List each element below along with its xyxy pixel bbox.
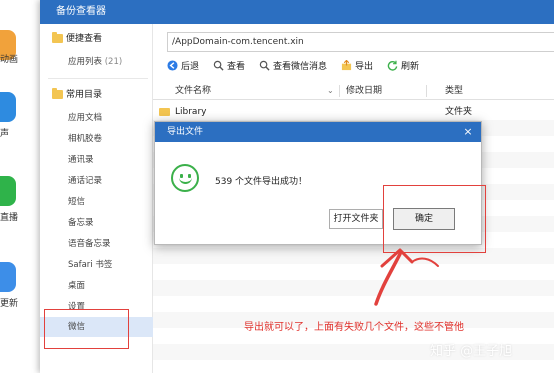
- sidebar-item-desktop[interactable]: 桌面: [40, 276, 153, 296]
- background-app-strip: 动画 声 直播 更新: [0, 0, 40, 373]
- screen: 动画 声 直播 更新 备份查看器 便捷查看 应用列表 (21) 常用目录 应用文…: [0, 0, 554, 373]
- app-icon: [0, 92, 16, 122]
- app-icon: [0, 176, 16, 206]
- view-label: 查看: [227, 62, 246, 72]
- app-label: 直播: [0, 213, 19, 223]
- app-item-4[interactable]: 更新: [0, 262, 40, 322]
- refresh-label: 刷新: [401, 62, 420, 72]
- table-row-empty: [153, 280, 554, 296]
- back-arrow-icon: [167, 60, 178, 71]
- app-item-1[interactable]: 动画: [0, 30, 40, 90]
- back-button[interactable]: 后退: [167, 58, 199, 76]
- sidebar-item-camera-roll[interactable]: 相机胶卷: [40, 129, 153, 149]
- annotation-highlight-wechat: [44, 309, 129, 349]
- success-smiley-icon: [171, 164, 199, 192]
- refresh-icon: [387, 60, 398, 71]
- annotation-arrow: [374, 248, 439, 306]
- export-button[interactable]: 导出: [341, 58, 373, 76]
- sort-chevron-icon[interactable]: ⌄: [327, 82, 334, 100]
- search-icon: [213, 60, 224, 71]
- close-icon[interactable]: ×: [461, 122, 475, 142]
- sidebar-item-safari-bookmarks[interactable]: Safari 书签: [40, 255, 153, 275]
- export-icon: [341, 60, 352, 71]
- app-label: 动画: [0, 55, 19, 65]
- open-folder-button[interactable]: 打开文件夹: [329, 209, 383, 229]
- refresh-button[interactable]: 刷新: [387, 58, 419, 76]
- app-item-3[interactable]: 直播: [0, 176, 40, 236]
- app-count: (21): [104, 57, 123, 67]
- table-row-empty: [153, 264, 554, 280]
- divider: [48, 78, 148, 79]
- view-button[interactable]: 查看: [213, 58, 245, 76]
- search-icon: [259, 60, 270, 71]
- export-label: 导出: [355, 62, 374, 72]
- sidebar-group-common-dirs[interactable]: 常用目录: [40, 84, 153, 106]
- back-label: 后退: [181, 62, 200, 72]
- column-name[interactable]: 文件名称: [175, 82, 211, 100]
- sidebar-group-quick-view[interactable]: 便捷查看: [40, 28, 153, 50]
- app-label: 声: [0, 129, 10, 139]
- mouth: [179, 176, 192, 184]
- path-input[interactable]: /AppDomain-com.tencent.xin: [167, 32, 554, 52]
- folder-icon: [52, 88, 63, 99]
- sidebar-item-voice-memos[interactable]: 语音备忘录: [40, 234, 153, 254]
- folder-icon: [159, 108, 170, 116]
- app-label: 更新: [0, 299, 19, 309]
- sidebar-item-label: 应用列表: [68, 57, 103, 67]
- annotation-text: 导出就可以了，上面有失败几个文件，这些不管他: [244, 322, 464, 333]
- column-divider[interactable]: [339, 85, 340, 97]
- window-title: 备份查看器: [40, 0, 554, 24]
- sidebar-item-call-log[interactable]: 通话记录: [40, 171, 153, 191]
- table-row-empty: [153, 248, 554, 264]
- view-wechat-button[interactable]: 查看微信消息: [259, 58, 327, 76]
- sidebar-group-label: 常用目录: [66, 90, 103, 100]
- table-row[interactable]: Library 文件夹: [153, 104, 554, 120]
- sidebar-item-contacts[interactable]: 通讯录: [40, 150, 153, 170]
- view-wechat-label: 查看微信消息: [273, 62, 328, 72]
- app-icon: [0, 262, 16, 292]
- sidebar-item-notes[interactable]: 备忘录: [40, 213, 153, 233]
- dialog-title: 导出文件: [155, 122, 481, 142]
- file-name: Library: [175, 107, 207, 117]
- sidebar-item-app-docs[interactable]: 应用文档: [40, 108, 153, 128]
- app-item-2[interactable]: 声: [0, 92, 40, 152]
- watermark: 知乎 @王子旭: [430, 344, 513, 359]
- column-divider[interactable]: [426, 85, 427, 97]
- sidebar-item-sms[interactable]: 短信: [40, 192, 153, 212]
- column-header: 文件名称 ⌄ 修改日期 类型: [153, 82, 554, 100]
- column-type[interactable]: 类型: [445, 82, 463, 100]
- toolbar: 后退 查看 查看微信消息 导出 刷新: [161, 58, 554, 76]
- file-type: 文件夹: [445, 107, 473, 117]
- folder-icon: [52, 32, 63, 43]
- sidebar-group-label: 便捷查看: [66, 34, 103, 44]
- column-date[interactable]: 修改日期: [346, 82, 382, 100]
- sidebar-item-app-list[interactable]: 应用列表 (21): [40, 52, 153, 72]
- table-row-empty: [153, 296, 554, 312]
- dialog-message: 539 个文件导出成功！: [215, 177, 308, 187]
